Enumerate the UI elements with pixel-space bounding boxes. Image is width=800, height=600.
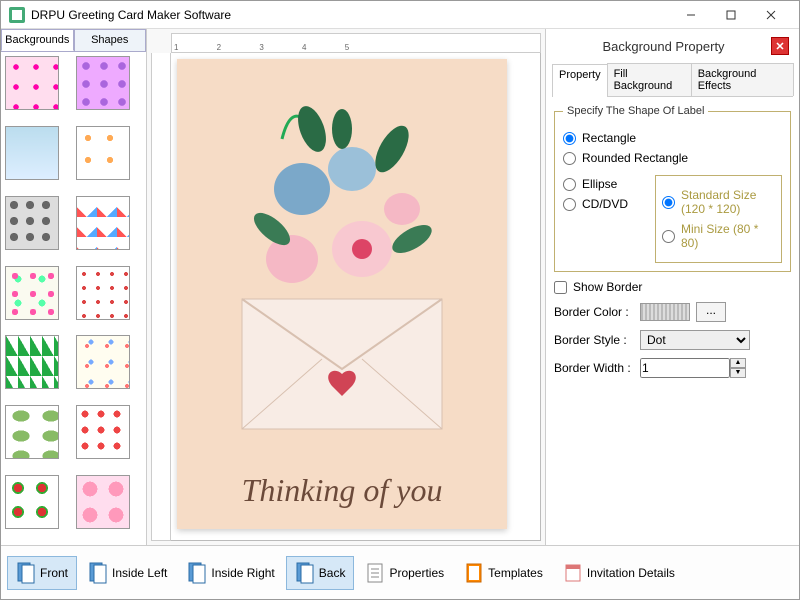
btn-invitation-details[interactable]: Invitation Details: [554, 556, 684, 590]
radio-rounded-rectangle[interactable]: [563, 152, 576, 165]
bg-thumb[interactable]: [5, 126, 59, 180]
border-style-label: Border Style :: [554, 333, 634, 347]
page-icon: [16, 561, 36, 585]
border-width-input[interactable]: [640, 358, 730, 378]
radio-ellipse[interactable]: [563, 178, 576, 191]
titlebar: DRPU Greeting Card Maker Software: [1, 1, 799, 29]
bg-thumb[interactable]: [5, 405, 59, 459]
tab-fill-background[interactable]: Fill Background: [607, 63, 692, 96]
bg-thumb[interactable]: [5, 196, 59, 250]
fieldset-legend: Specify The Shape Of Label: [563, 105, 708, 117]
shape-fieldset: Specify The Shape Of Label Rectangle Rou…: [554, 105, 791, 272]
radio-rectangle[interactable]: [563, 132, 576, 145]
border-color-swatch[interactable]: [640, 303, 690, 321]
bg-thumb[interactable]: [76, 335, 130, 389]
panel-close-icon[interactable]: ✕: [771, 37, 789, 55]
tab-shapes[interactable]: Shapes: [74, 29, 147, 51]
maximize-button[interactable]: [711, 3, 751, 27]
btn-templates[interactable]: Templates: [455, 556, 552, 590]
page-icon: [187, 561, 207, 585]
border-style-select[interactable]: Dot: [640, 330, 750, 350]
window-title: DRPU Greeting Card Maker Software: [31, 8, 671, 22]
btn-inside-right[interactable]: Inside Right: [178, 556, 283, 590]
bg-thumb[interactable]: [5, 335, 59, 389]
btn-properties[interactable]: Properties: [356, 556, 453, 590]
bg-thumb[interactable]: [5, 266, 59, 320]
show-border-label: Show Border: [573, 280, 642, 294]
checkbox-show-border[interactable]: [554, 281, 567, 294]
tab-background-effects[interactable]: Background Effects: [691, 63, 794, 96]
page-icon: [295, 561, 315, 585]
canvas[interactable]: Thinking of you: [171, 53, 541, 541]
greeting-card[interactable]: Thinking of you: [177, 59, 507, 529]
btn-back[interactable]: Back: [286, 556, 355, 590]
border-width-label: Border Width :: [554, 361, 634, 375]
background-thumbnails: [1, 51, 146, 545]
bg-thumb[interactable]: [76, 475, 130, 529]
ruler-vertical: [151, 53, 171, 541]
radio-standard-size[interactable]: [662, 196, 675, 209]
width-spin-up[interactable]: ▲: [730, 358, 746, 368]
invitation-icon: [563, 561, 583, 585]
btn-front[interactable]: Front: [7, 556, 77, 590]
minimize-button[interactable]: [671, 3, 711, 27]
radio-mini-size[interactable]: [662, 230, 675, 243]
bg-thumb[interactable]: [76, 196, 130, 250]
templates-icon: [464, 561, 484, 585]
radio-cd-dvd[interactable]: [563, 198, 576, 211]
bg-thumb[interactable]: [5, 56, 59, 110]
color-picker-button[interactable]: ...: [696, 302, 726, 322]
card-text: Thinking of you: [242, 472, 443, 509]
ruler-horizontal: 1 2 3 4 5: [171, 33, 541, 53]
width-spin-down[interactable]: ▼: [730, 368, 746, 378]
bg-thumb[interactable]: [5, 475, 59, 529]
left-panel: Backgrounds Shapes: [1, 29, 147, 545]
bottom-toolbar: Front Inside Left Inside Right Back Prop…: [1, 545, 799, 599]
right-panel: Background Property ✕ Property Fill Back…: [545, 29, 799, 545]
page-icon: [88, 561, 108, 585]
properties-icon: [365, 561, 385, 585]
tab-property[interactable]: Property: [552, 64, 608, 97]
btn-inside-left[interactable]: Inside Left: [79, 556, 176, 590]
card-artwork: [212, 99, 472, 459]
close-button[interactable]: [751, 3, 791, 27]
bg-thumb[interactable]: [76, 56, 130, 110]
app-icon: [9, 7, 25, 23]
cd-size-options: Standard Size (120 * 120) Mini Size (80 …: [655, 175, 782, 263]
bg-thumb[interactable]: [76, 405, 130, 459]
panel-title: Background Property: [556, 39, 771, 54]
tab-backgrounds[interactable]: Backgrounds: [1, 29, 74, 51]
border-color-label: Border Color :: [554, 305, 634, 319]
canvas-area: 1 2 3 4 5: [147, 29, 545, 545]
bg-thumb[interactable]: [76, 266, 130, 320]
bg-thumb[interactable]: [76, 126, 130, 180]
